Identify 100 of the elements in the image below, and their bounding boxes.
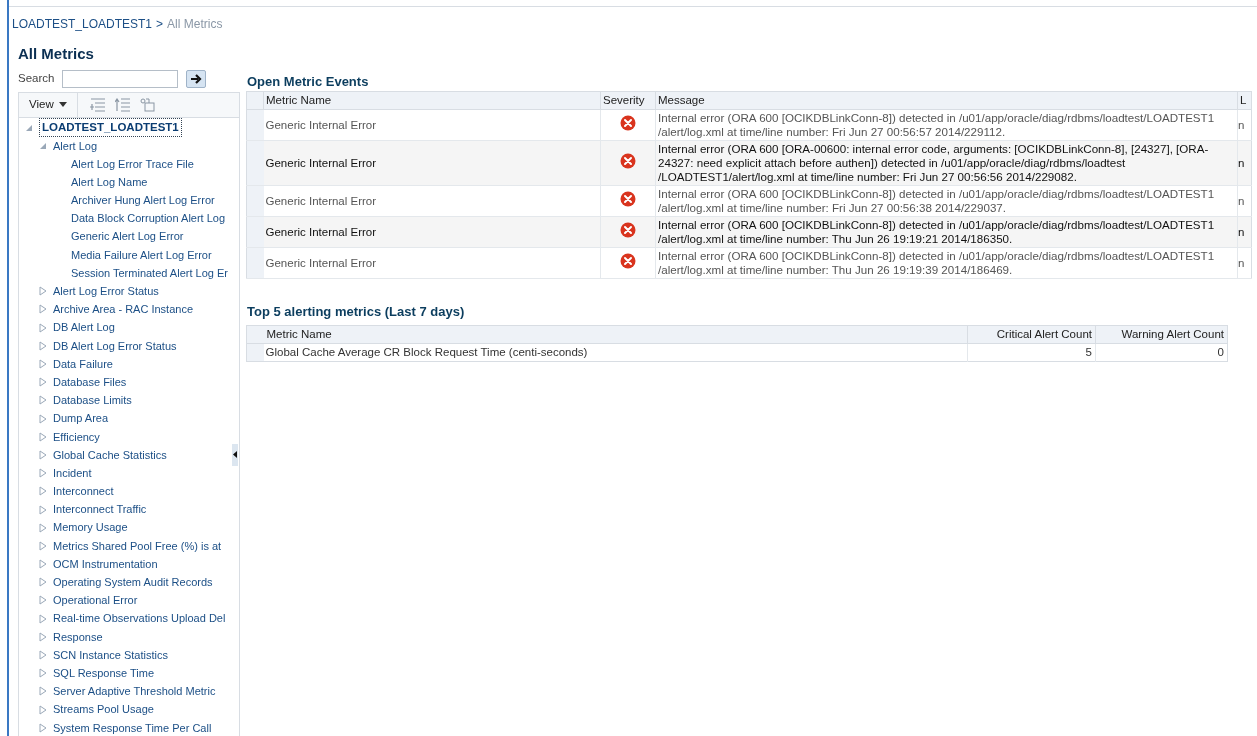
tree-item[interactable]: Interconnect [53, 483, 114, 500]
error-icon [620, 221, 636, 238]
column-header[interactable]: Metric Name [266, 327, 332, 340]
tree-item[interactable]: Database Limits [53, 392, 132, 409]
collapsed-triangle-icon[interactable] [39, 377, 47, 388]
collapsed-triangle-icon[interactable] [39, 359, 47, 370]
collapsed-triangle-icon[interactable] [39, 431, 47, 442]
tree-item[interactable]: Global Cache Statistics [53, 446, 167, 464]
tree-item[interactable]: Alert Log Error Trace File [71, 155, 194, 173]
arrow-right-icon [190, 73, 202, 84]
collapse-panel-handle[interactable] [232, 443, 238, 466]
breadcrumb-current: All Metrics [167, 16, 223, 33]
tree-item[interactable]: Database Files [53, 373, 127, 391]
search-field[interactable] [62, 69, 179, 88]
tree-item[interactable]: Server Adaptive Threshold Metric [53, 683, 216, 700]
error-icon [620, 190, 636, 207]
tree-item[interactable]: Metrics Shared Pool Free (%) is at [53, 537, 222, 555]
tree-item[interactable]: Generic Alert Log Error [71, 228, 184, 245]
tree-item[interactable]: Media Failure Alert Log Error [71, 246, 212, 264]
column-header[interactable]: Warning Alert Count [1121, 327, 1224, 340]
collapsed-triangle-icon[interactable] [39, 322, 47, 333]
error-icon [620, 152, 636, 169]
error-icon [620, 252, 636, 269]
collapsed-triangle-icon[interactable] [39, 286, 47, 297]
table-cell: n [1238, 225, 1245, 238]
collapse-all-icon[interactable] [114, 97, 131, 112]
collapsed-triangle-icon[interactable] [39, 595, 47, 606]
tree-item[interactable]: DB Alert Log [53, 319, 115, 336]
breadcrumb-separator: > [156, 16, 164, 33]
metric-name: Generic Internal Error [265, 256, 377, 269]
tree-item[interactable]: System Response Time Per Call [53, 719, 212, 736]
tree-item[interactable]: LOADTEST_LOADTEST1 [39, 117, 182, 138]
collapsed-triangle-icon[interactable] [39, 613, 47, 624]
tree-item[interactable]: Streams Pool Usage [53, 701, 154, 718]
detach-icon[interactable] [139, 97, 156, 112]
collapsed-triangle-icon[interactable] [39, 413, 47, 424]
collapsed-triangle-icon[interactable] [39, 650, 47, 661]
message-text: Internal error (ORA 600 [OCIKDBLinkConn-8]) detected in /u01/app/oracle/diag/rdbms/loadtest/LOADTEST1 /alert/log.xml at time/line number: Thu Jun 26 19:19:39 2014/186469. [658, 249, 1215, 277]
tree-item[interactable]: Memory Usage [53, 519, 128, 536]
table-cell: n [1238, 256, 1245, 269]
collapsed-triangle-icon[interactable] [39, 449, 47, 460]
column-header[interactable]: L [1240, 94, 1247, 106]
tree-item[interactable]: Incident [53, 464, 92, 482]
tree-item[interactable]: Interconnect Traffic [53, 501, 147, 518]
collapsed-triangle-icon[interactable] [39, 304, 47, 315]
column-header[interactable]: Message [658, 94, 705, 106]
search-label: Search [18, 70, 55, 86]
tree-item[interactable]: Session Terminated Alert Log Er [71, 264, 228, 282]
metric-name: Generic Internal Error [265, 118, 377, 131]
column-header[interactable]: Metric Name [266, 94, 332, 106]
collapsed-triangle-icon[interactable] [39, 504, 47, 515]
tree-item[interactable]: Data Failure [53, 355, 113, 373]
tree-item[interactable]: SCN Instance Statistics [53, 646, 168, 664]
tree-item[interactable]: Real-time Observations Upload Del [53, 610, 226, 627]
error-icon [620, 114, 636, 131]
search-button[interactable] [186, 69, 207, 88]
tree-item[interactable]: DB Alert Log Error Status [53, 337, 177, 355]
section-title: Top 5 alerting metrics (Last 7 days) [246, 303, 466, 322]
metric-name: Generic Internal Error [265, 194, 377, 207]
collapsed-triangle-icon[interactable] [39, 668, 47, 679]
tree-item[interactable]: Archiver Hung Alert Log Error [71, 192, 215, 209]
message-text: Internal error (ORA 600 [OCIKDBLinkConn-8]) detected in /u01/app/oracle/diag/rdbms/loadtest/LOADTEST1 /alert/log.xml at time/line number: Fri Jun 27 00:56:38 2014/229037. [658, 187, 1215, 215]
tree-item[interactable]: Archive Area - RAC Instance [53, 301, 193, 318]
tree-item[interactable]: Operating System Audit Records [53, 574, 213, 591]
tree-item[interactable]: OCM Instrumentation [53, 555, 158, 573]
tree-item[interactable]: Efficiency [53, 428, 100, 446]
collapsed-triangle-icon[interactable] [39, 486, 47, 497]
tree-item[interactable]: Alert Log Error Status [53, 283, 159, 300]
metric-name: Generic Internal Error [265, 156, 377, 169]
collapsed-triangle-icon[interactable] [39, 631, 47, 642]
collapsed-triangle-icon[interactable] [39, 559, 47, 570]
collapsed-triangle-icon[interactable] [39, 704, 47, 715]
tree-item[interactable]: Dump Area [53, 410, 109, 427]
collapsed-triangle-icon[interactable] [39, 686, 47, 697]
tree-item[interactable]: Alert Log [53, 137, 98, 155]
column-header[interactable]: Critical Alert Count [996, 327, 1092, 340]
tree-item[interactable]: Alert Log Name [71, 173, 148, 191]
tree-item[interactable]: SQL Response Time [53, 664, 155, 682]
caret-left-icon [233, 451, 237, 458]
section-title: Open Metric Events [246, 72, 370, 91]
collapsed-triangle-icon[interactable] [39, 340, 47, 351]
page-title: All Metrics [17, 44, 95, 64]
message-text: Internal error (ORA 600 [ORA-00600: internal error code, arguments: [OCIKDBLinkConn-8], [24327], [ORA-24327: need explicit attach before authen]) detected in /u01/app/oracle/diag/rdbms/loadtest /LOADTEST1/alert/log.xml at time/line number: Fri Jun 27 00:56:56 2014/229082. [658, 142, 1209, 184]
expand-all-icon[interactable] [89, 97, 106, 112]
message-text: Internal error (ORA 600 [OCIKDBLinkConn-8]) detected in /u01/app/oracle/diag/rdbms/loadtest/LOADTEST1 /alert/log.xml at time/line number: Thu Jun 26 19:19:21 2014/186350. [658, 218, 1215, 246]
column-header[interactable]: Severity [603, 94, 645, 106]
collapsed-triangle-icon[interactable] [39, 577, 47, 588]
collapsed-triangle-icon[interactable] [39, 468, 47, 479]
collapsed-triangle-icon[interactable] [39, 522, 47, 533]
collapsed-triangle-icon[interactable] [39, 395, 47, 406]
collapsed-triangle-icon[interactable] [39, 722, 47, 733]
table-cell: n [1238, 118, 1245, 131]
collapsed-triangle-icon[interactable] [39, 540, 47, 551]
metric-name: Generic Internal Error [265, 225, 377, 238]
tree-item[interactable]: Response [53, 628, 103, 646]
tree-item[interactable]: Operational Error [53, 592, 138, 609]
metric-name: Global Cache Average CR Block Request Time (centi-seconds) [265, 346, 588, 358]
tree-item[interactable]: Data Block Corruption Alert Log [71, 210, 226, 227]
breadcrumb-link[interactable]: LOADTEST_LOADTEST1 [12, 15, 153, 33]
caret-down-icon [58, 102, 67, 107]
